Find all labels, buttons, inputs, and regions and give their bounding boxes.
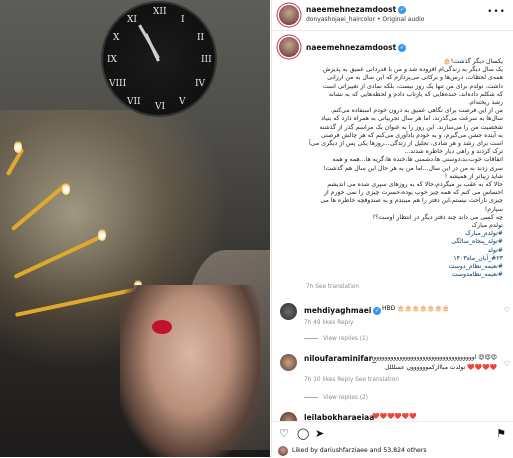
clock-numeral: VI — [155, 102, 166, 112]
share-icon[interactable]: ➤ — [315, 427, 324, 440]
clock-numeral: III — [201, 55, 212, 65]
caption-line: احساس می کنم که همه چیز خوب بوده،حسرت چی… — [323, 189, 503, 197]
caption-line: رشد ریخته‌ام. — [468, 99, 503, 107]
commenter-avatar[interactable] — [280, 354, 297, 371]
post-media[interactable]: XII I II III IV V VI VII VIII IX X XI — [0, 0, 270, 457]
caption-line: سری زدند به من در این سال...اما من به هر… — [322, 164, 503, 172]
hashtag-link[interactable]: #نعیمه_نظام_دوست — [298, 263, 503, 271]
comment-text: ❤️❤️❤️❤️ تولدت مبااارکموووووون عسلللل — [385, 364, 497, 371]
post-header: naeemehnezamdoost ✓ donyashojaei_haircolo… — [272, 0, 513, 31]
view-replies-button[interactable]: View replies (2) — [304, 395, 368, 401]
comment-username[interactable]: mehdiyaghmaei ✓ — [304, 306, 382, 315]
action-bar: ♡ ◯ ➤ ⚑ Liked by dariushfarziaee and 53,… — [272, 421, 513, 458]
clock-numeral: I — [181, 15, 185, 25]
clock-numeral: IX — [107, 55, 117, 65]
post-side-panel: naeemehnezamdoost ✓ donyashojaei_haircolo… — [271, 0, 513, 458]
caption-avatar[interactable] — [279, 37, 299, 57]
clock-numeral: XI — [127, 15, 137, 25]
clock-hand — [138, 24, 160, 59]
verified-badge-icon: ✓ — [398, 6, 407, 14]
caption-line: یکسال دیگر گذشت!🎂 — [443, 58, 503, 65]
clock-numeral: VII — [127, 97, 141, 107]
hashtag-link[interactable]: #تولد — [298, 247, 503, 255]
caption-line: به آینده جشن می‌گیرم، و به خودم یادآوری … — [320, 131, 503, 139]
clock-numeral: VIII — [109, 79, 127, 89]
caption-line: داشت. تولدم برای من تنها یک روز نیست، بل… — [322, 82, 503, 90]
caption-line: شاید زیباتر از همیشه ! — [444, 172, 503, 180]
clock-numeral: IV — [195, 79, 206, 89]
clock-numeral: XII — [153, 7, 167, 17]
comment-meta[interactable]: 7h 10 likes Reply See translation — [304, 377, 399, 383]
view-replies-button[interactable]: View replies (1) — [304, 336, 368, 342]
caption-line: چه کسی می داند چند دفتر دیگر در انتظار ا… — [372, 213, 503, 221]
comment-username[interactable]: niloufaraminifar_ — [304, 354, 376, 363]
comment-text: 😍😍😍 اووووووووووووووووووووووووووووووووووو… — [372, 354, 497, 361]
audio-line[interactable]: donyashojaei_haircolor • Original audio — [306, 16, 424, 23]
liker-avatar[interactable] — [278, 446, 288, 456]
comment-text: ❤️❤️❤️❤️❤️❤️ — [372, 413, 417, 420]
author-avatar[interactable] — [279, 5, 299, 25]
hashtag-link[interactable]: #تولد_پنجاه_سالگی — [298, 238, 503, 246]
author-username[interactable]: naeemehnezamdoost ✓ — [306, 5, 407, 14]
hashtag-link[interactable]: #نعیمه_نظامدوست — [298, 271, 503, 279]
caption-line: همه‌ی لحظات، درس‌ها و برکاتی می‌پردازم ک… — [327, 74, 503, 82]
caption-meta[interactable]: 7h See translation — [306, 284, 359, 290]
comment-icon[interactable]: ◯ — [297, 427, 309, 440]
hashtag-link[interactable]: #۲۳_آبان_ماه۱۴۰۳ — [298, 255, 503, 263]
person-face — [120, 285, 260, 457]
caption-line: سال‌ها به سرعت می‌گذرند، اما هر سال تجرب… — [321, 115, 503, 123]
caption-line: یک سال دیگر به زندگی‌ام افزوده شد و من ب… — [322, 66, 503, 74]
caption-username[interactable]: naeemehnezamdoost ✓ — [306, 43, 407, 52]
person-lips — [152, 320, 172, 334]
commenter-avatar[interactable] — [280, 303, 297, 320]
comment-like-icon[interactable]: ♡ — [504, 306, 510, 314]
caption-line: چیزی ناراحت نیستم،این دفتر را هم میبندم … — [320, 197, 503, 205]
comment-meta[interactable]: 7h 49 likes Reply — [304, 320, 353, 326]
like-icon[interactable]: ♡ — [279, 427, 289, 440]
caption-line: است برای رشد و هر شادی، تجلیل از زندگی..… — [308, 140, 503, 148]
more-options-icon[interactable]: ••• — [487, 7, 506, 17]
caption-line: اتفاقات خوب،بد،دوستی ها،دشمنی ها،خنده ها… — [332, 156, 503, 164]
wall-clock: XII I II III IV V VI VII VIII IX X XI — [103, 3, 215, 115]
candle-flame — [14, 140, 22, 153]
verified-badge-icon: ✓ — [398, 44, 407, 52]
candle-flame — [62, 182, 70, 195]
caption-line: شخصیت من را می‌سازند. این روز را به عنوا… — [319, 123, 503, 131]
caption-line: سپارم! — [484, 205, 503, 213]
post-caption: یکسال دیگر گذشت!🎂 یک سال دیگر به زندگی‌ا… — [298, 58, 503, 279]
comment-text: HBD 🎂🎂🎂🎂🎂🎂🎂 — [382, 305, 450, 312]
comment-like-icon[interactable]: ♡ — [504, 360, 510, 368]
clock-numeral: II — [197, 33, 205, 43]
caption-line: که شکلم داده‌اند، خنده‌هایی که بازتاب دا… — [328, 90, 503, 98]
verified-badge-icon: ✓ — [373, 307, 382, 315]
save-icon[interactable]: ⚑ — [496, 427, 506, 440]
clock-numeral: X — [113, 33, 120, 43]
likes-summary[interactable]: Liked by dariushfarziaee and 53,824 othe… — [292, 447, 427, 454]
caption-line: حالا که به عقب بر میگردم،حالا که به روزه… — [327, 181, 503, 189]
clock-numeral: V — [179, 97, 186, 107]
candle-flame — [98, 228, 106, 241]
